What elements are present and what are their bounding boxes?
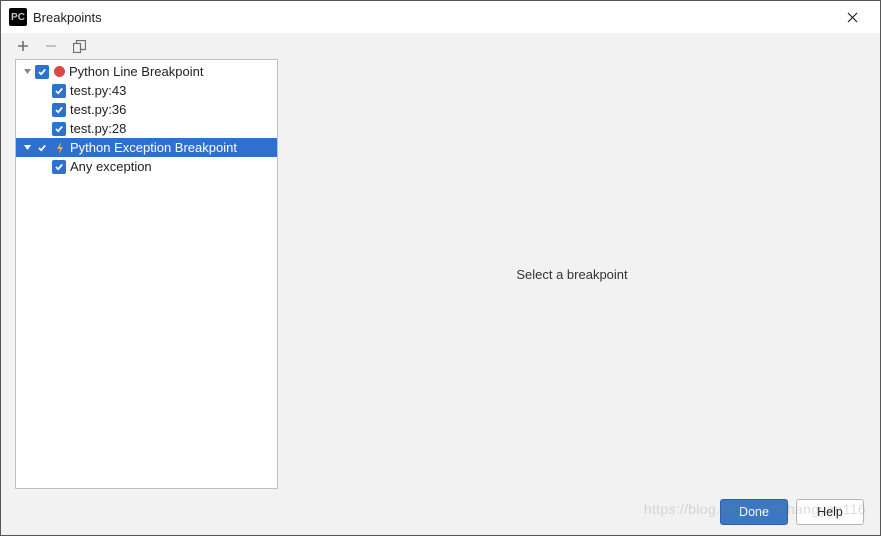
group-label: Python Line Breakpoint [69,64,203,79]
help-button[interactable]: Help [796,499,864,525]
app-icon: PC [9,8,27,26]
exception-icon [54,142,66,154]
done-button[interactable]: Done [720,499,788,525]
group-label: Python Exception Breakpoint [70,140,237,155]
window-title: Breakpoints [33,10,102,25]
add-button[interactable] [15,38,31,54]
dialog-footer: Done Help [1,489,880,535]
tree-group-line[interactable]: Python Line Breakpoint [16,62,277,81]
checkbox[interactable] [52,103,66,117]
dialog-content: Python Line Breakpoint test.py:43 test.p… [1,33,880,535]
remove-button[interactable] [43,38,59,54]
close-button[interactable] [830,2,874,32]
checkbox[interactable] [52,122,66,136]
details-panel: Select a breakpoint [278,59,866,489]
checkbox[interactable] [52,160,66,174]
tree-item[interactable]: test.py:28 [16,119,277,138]
breakpoint-dot-icon [54,66,65,77]
chevron-down-icon[interactable] [20,141,34,155]
breakpoint-label: test.py:28 [70,121,126,136]
checkbox[interactable] [52,84,66,98]
tree-item[interactable]: test.py:36 [16,100,277,119]
breakpoint-label: test.py:36 [70,102,126,117]
breakpoint-label: test.py:43 [70,83,126,98]
toolbar [1,33,880,59]
tree-group-exception[interactable]: Python Exception Breakpoint [16,138,277,157]
checkbox[interactable] [35,141,49,155]
group-button[interactable] [71,38,87,54]
breakpoints-tree[interactable]: Python Line Breakpoint test.py:43 test.p… [15,59,278,489]
details-placeholder: Select a breakpoint [516,267,627,282]
tree-item[interactable]: test.py:43 [16,81,277,100]
main-area: Python Line Breakpoint test.py:43 test.p… [1,59,880,489]
title-bar: PC Breakpoints [1,1,880,33]
chevron-down-icon[interactable] [20,65,34,79]
checkbox[interactable] [35,65,49,79]
breakpoint-label: Any exception [70,159,152,174]
tree-item[interactable]: Any exception [16,157,277,176]
